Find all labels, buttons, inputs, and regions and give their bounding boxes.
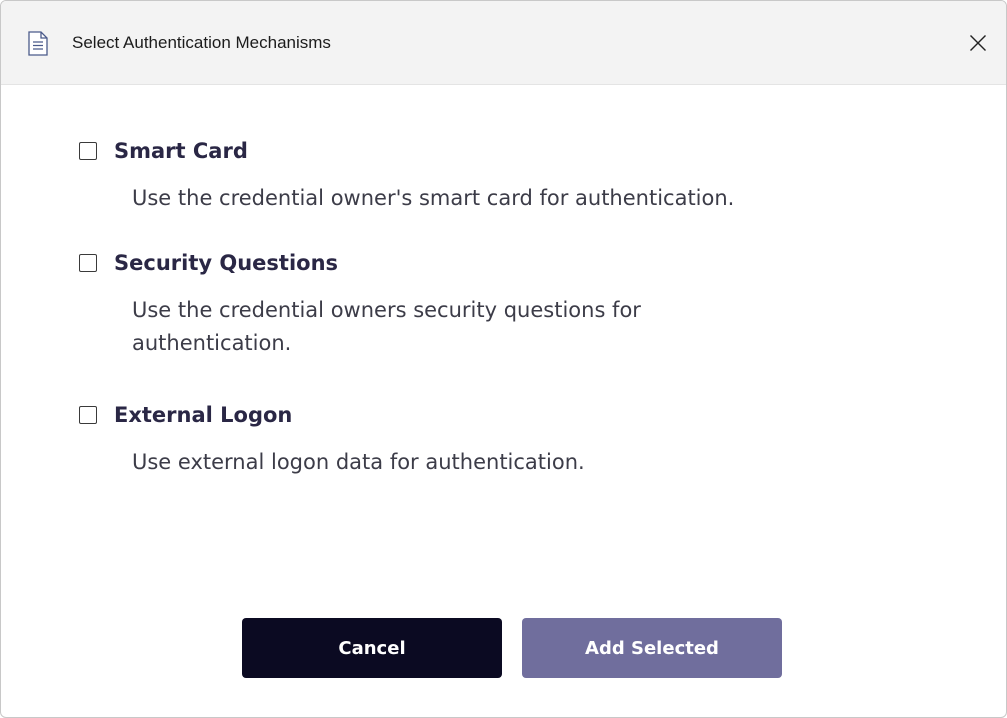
external-logon-checkbox[interactable] [79,406,97,424]
add-selected-button[interactable]: Add Selected [522,618,782,678]
close-button[interactable] [950,1,1006,84]
security-questions-checkbox[interactable] [79,254,97,272]
external-logon-label[interactable]: External Logon [114,402,292,428]
security-questions-label[interactable]: Security Questions [114,250,338,276]
close-icon [970,34,986,51]
smart-card-checkbox[interactable] [79,142,97,160]
dialog-window: Select Authentication Mechanisms Smart C… [0,0,1007,718]
smart-card-description: Use the credential owner's smart card fo… [132,186,735,210]
security-questions-description: Use the credential owners security quest… [132,298,641,355]
window-title: Select Authentication Mechanisms [72,33,331,52]
external-logon-description: Use external logon data for authenticati… [132,450,585,474]
option-external-logon: External Logon Use external logon data f… [79,402,892,479]
cancel-button[interactable]: Cancel [242,618,502,678]
document-icon [27,31,49,56]
title-bar: Select Authentication Mechanisms [1,1,1006,85]
option-smart-card: Smart Card Use the credential owner's sm… [79,138,892,215]
option-security-questions: Security Questions Use the credential ow… [79,250,792,360]
smart-card-label[interactable]: Smart Card [114,138,248,164]
